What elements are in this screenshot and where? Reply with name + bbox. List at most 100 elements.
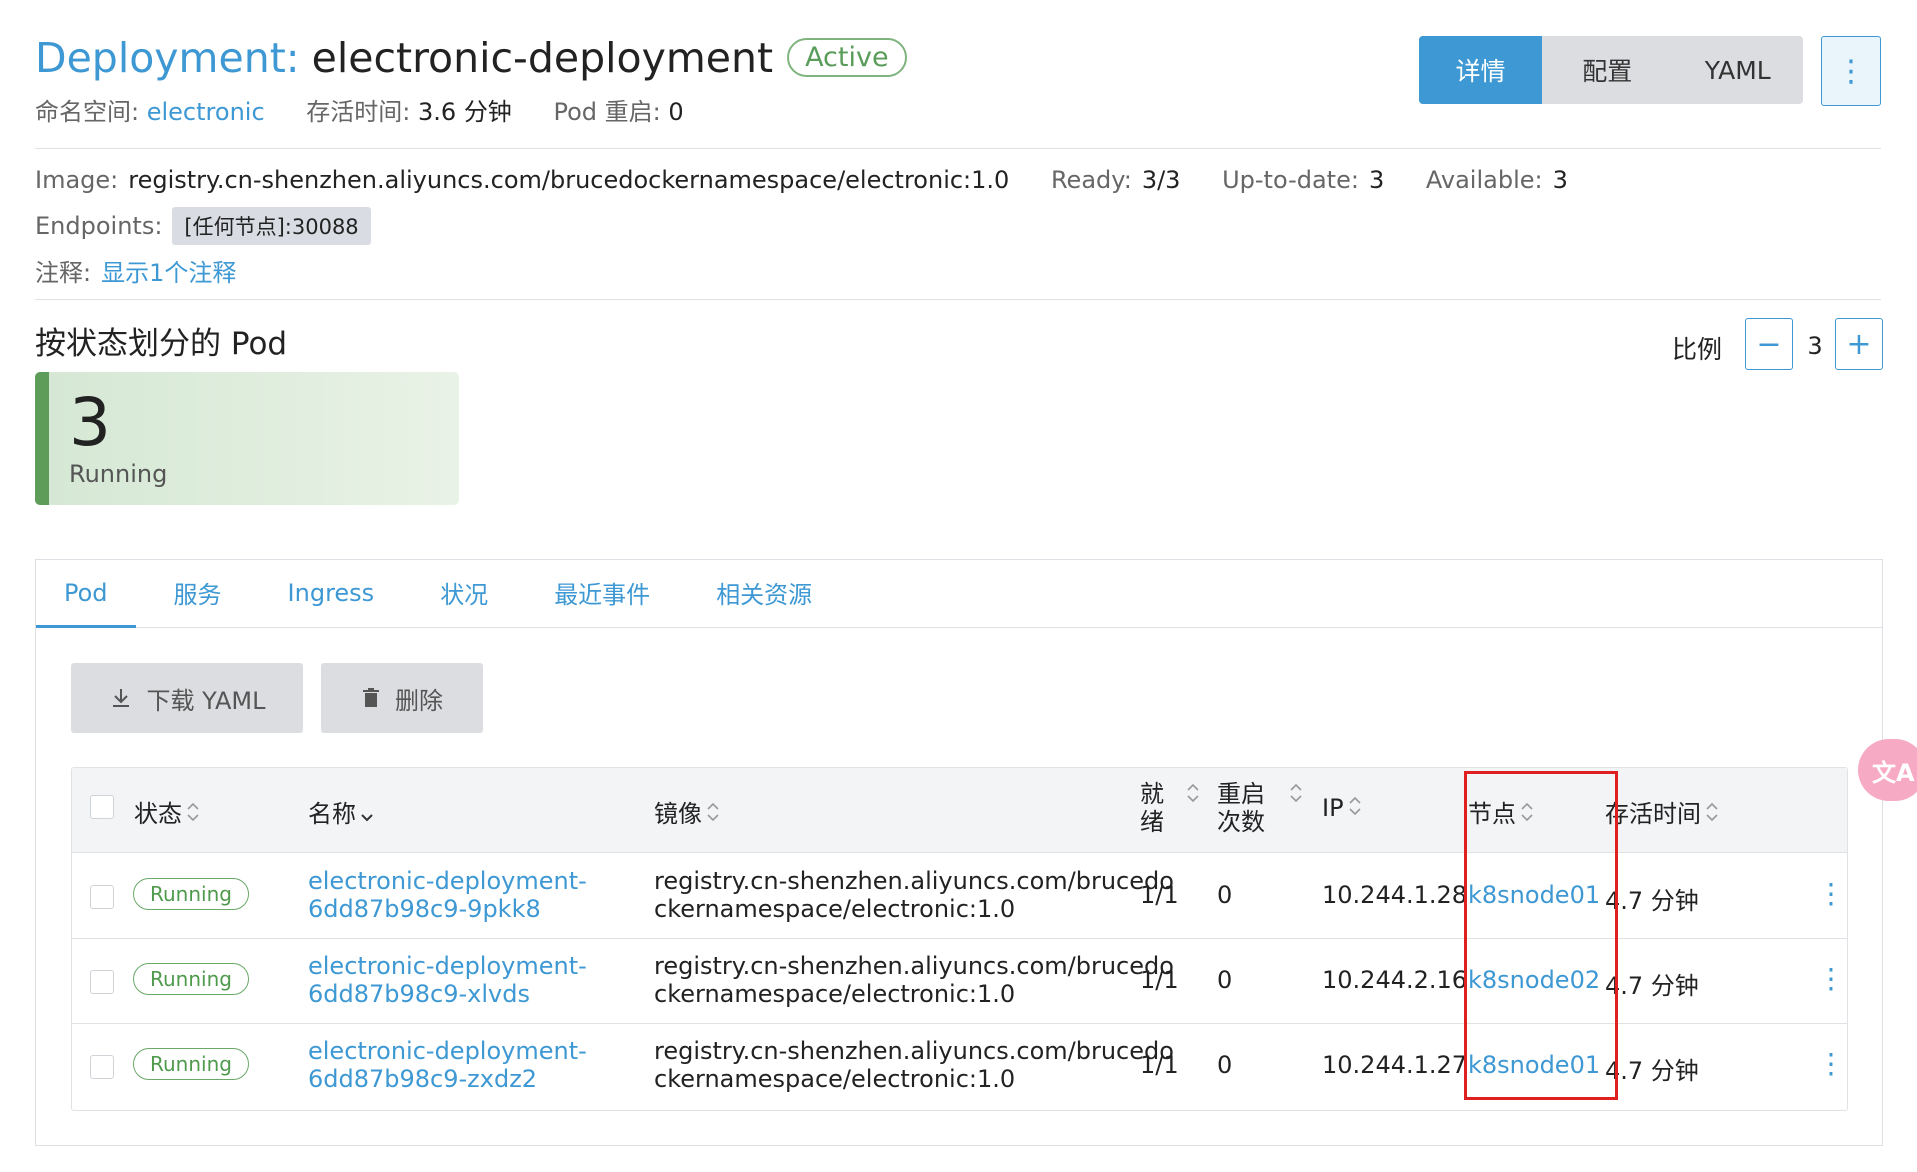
pod-ready: 1/1 <box>1140 1051 1179 1079</box>
pod-ready: 1/1 <box>1140 881 1179 909</box>
pod-image-line-2: ckernamespace/electronic:1.0 <box>654 895 1016 923</box>
col-status[interactable]: 状态 <box>134 794 200 829</box>
sort-icon <box>706 801 720 829</box>
row-more-icon[interactable]: ⋮ <box>1817 1047 1845 1080</box>
scale-value: 3 <box>1807 332 1823 360</box>
sort-icon <box>1186 782 1200 808</box>
row-more-icon[interactable]: ⋮ <box>1817 877 1845 910</box>
pod-state-label: Running <box>69 460 168 488</box>
col-ready-label-2: 绪 <box>1140 808 1164 836</box>
tab-events[interactable]: 最近事件 <box>526 560 678 625</box>
pod-name-link[interactable]: electronic-deployment- 6dd87b98c9-9pkk8 <box>308 867 587 923</box>
col-age-label: 存活时间 <box>1605 800 1701 828</box>
tab-ingress[interactable]: Ingress <box>260 560 403 625</box>
translate-icon: 文A <box>1872 758 1915 787</box>
col-node[interactable]: 节点 <box>1468 794 1534 829</box>
pod-name-line-2: 6dd87b98c9-9pkk8 <box>308 895 541 923</box>
pod-ip: 10.244.1.27 <box>1322 1051 1468 1079</box>
tab-details[interactable]: 详情 <box>1419 36 1542 104</box>
pod-age: 4.7 分钟 <box>1605 887 1699 915</box>
pod-node-link[interactable]: k8snode01 <box>1468 881 1600 909</box>
sort-icon <box>1520 801 1534 829</box>
scale-label: 比例 <box>1672 335 1723 364</box>
age-value: 3.6 分钟 <box>418 98 512 126</box>
pod-name-line-2: 6dd87b98c9-xlvds <box>308 980 530 1008</box>
row-checkbox[interactable] <box>90 970 114 994</box>
pod-name-link[interactable]: electronic-deployment- 6dd87b98c9-xlvds <box>308 952 587 1008</box>
download-icon <box>112 689 129 707</box>
pod-name-link[interactable]: electronic-deployment- 6dd87b98c9-zxdz2 <box>308 1037 587 1093</box>
row-more-icon[interactable]: ⋮ <box>1817 962 1845 995</box>
table-row: Running electronic-deployment- 6dd87b98c9… <box>72 853 1847 939</box>
col-age[interactable]: 存活时间 <box>1605 794 1719 829</box>
tab-services[interactable]: 服务 <box>146 560 250 625</box>
pod-image: registry.cn-shenzhen.aliyuncs.com/bruced… <box>654 952 1174 1008</box>
col-image[interactable]: 镜像 <box>654 794 720 829</box>
sort-icon <box>1289 782 1303 808</box>
col-name[interactable]: 名称 <box>308 794 374 829</box>
col-restarts[interactable]: 重启 次数 <box>1217 780 1265 836</box>
col-ip-label: IP <box>1322 794 1344 822</box>
tab-yaml[interactable]: YAML <box>1673 36 1804 104</box>
pod-image-line-1: registry.cn-shenzhen.aliyuncs.com/bruced… <box>654 1037 1174 1065</box>
col-name-label: 名称 <box>308 800 356 828</box>
state-color-bar <box>35 372 49 505</box>
image-value: registry.cn-shenzhen.aliyuncs.com/bruced… <box>128 166 1010 194</box>
sort-icon <box>186 801 200 829</box>
pod-image: registry.cn-shenzhen.aliyuncs.com/bruced… <box>654 1037 1174 1093</box>
pods-by-state-title: 按状态划分的 Pod <box>35 326 288 362</box>
pod-age: 4.7 分钟 <box>1605 1057 1699 1085</box>
pod-name-line-1: electronic-deployment- <box>308 867 587 895</box>
col-ready[interactable]: 就 绪 <box>1140 780 1164 836</box>
more-vertical-icon: ⋮ <box>1836 53 1866 89</box>
uptodate-value: 3 <box>1368 166 1385 194</box>
pod-restarts: 0 <box>1217 881 1233 909</box>
col-image-label: 镜像 <box>654 800 702 828</box>
sort-icon <box>1705 801 1719 829</box>
col-restarts-label-1: 重启 <box>1217 780 1265 808</box>
pod-node-link[interactable]: k8snode02 <box>1468 966 1600 994</box>
show-annotations-link[interactable]: 显示1个注释 <box>101 259 236 287</box>
pod-image-line-1: registry.cn-shenzhen.aliyuncs.com/bruced… <box>654 867 1174 895</box>
select-all-checkbox[interactable] <box>90 795 114 819</box>
more-actions-button[interactable]: ⋮ <box>1821 36 1881 106</box>
download-yaml-button[interactable]: 下载 YAML <box>71 663 303 733</box>
annotations-label: 注释: <box>35 259 92 287</box>
sort-desc-icon <box>360 801 374 829</box>
tab-conditions[interactable]: 状况 <box>412 560 516 625</box>
pod-name-line-2: 6dd87b98c9-zxdz2 <box>308 1065 538 1093</box>
delete-button[interactable]: 删除 <box>321 663 483 733</box>
scale-down-button[interactable]: − <box>1745 318 1793 370</box>
namespace-link[interactable]: electronic <box>147 98 265 126</box>
tab-related[interactable]: 相关资源 <box>688 560 840 625</box>
col-ip[interactable]: IP <box>1322 794 1362 823</box>
restarts-label: Pod 重启: <box>553 98 661 126</box>
scale-up-button[interactable]: + <box>1835 318 1883 370</box>
ready-label: Ready: <box>1050 166 1132 194</box>
row-checkbox[interactable] <box>90 885 114 909</box>
status-badge: Running <box>133 878 249 910</box>
tab-bar: Pod 服务 Ingress 状况 最近事件 相关资源 <box>36 560 1882 628</box>
pod-image: registry.cn-shenzhen.aliyuncs.com/bruced… <box>654 867 1174 923</box>
delete-label: 删除 <box>395 686 443 715</box>
minus-icon: − <box>1756 326 1782 362</box>
trash-icon <box>363 688 379 707</box>
uptodate-label: Up-to-date: <box>1222 166 1359 194</box>
pod-node-link[interactable]: k8snode01 <box>1468 1051 1600 1079</box>
translate-button[interactable]: 文A <box>1858 739 1917 801</box>
pod-restarts: 0 <box>1217 966 1233 994</box>
annotations-row: 注释: 显示1个注释 <box>35 253 236 288</box>
table-row: Running electronic-deployment- 6dd87b98c9… <box>72 1023 1847 1108</box>
tab-config[interactable]: 配置 <box>1542 36 1673 104</box>
tab-pod[interactable]: Pod <box>36 560 136 628</box>
pod-ip: 10.244.1.28 <box>1322 881 1468 909</box>
pod-image-line-2: ckernamespace/electronic:1.0 <box>654 1065 1016 1093</box>
pod-restarts: 0 <box>1217 1051 1233 1079</box>
page-title: Deployment: electronic-deployment Active <box>35 34 907 82</box>
row-checkbox[interactable] <box>90 1055 114 1079</box>
namespace-label: 命名空间: <box>35 98 140 126</box>
ready-value: 3/3 <box>1141 166 1181 194</box>
col-node-label: 节点 <box>1468 800 1516 828</box>
col-restarts-label-2: 次数 <box>1217 808 1265 836</box>
pod-ready: 1/1 <box>1140 966 1179 994</box>
